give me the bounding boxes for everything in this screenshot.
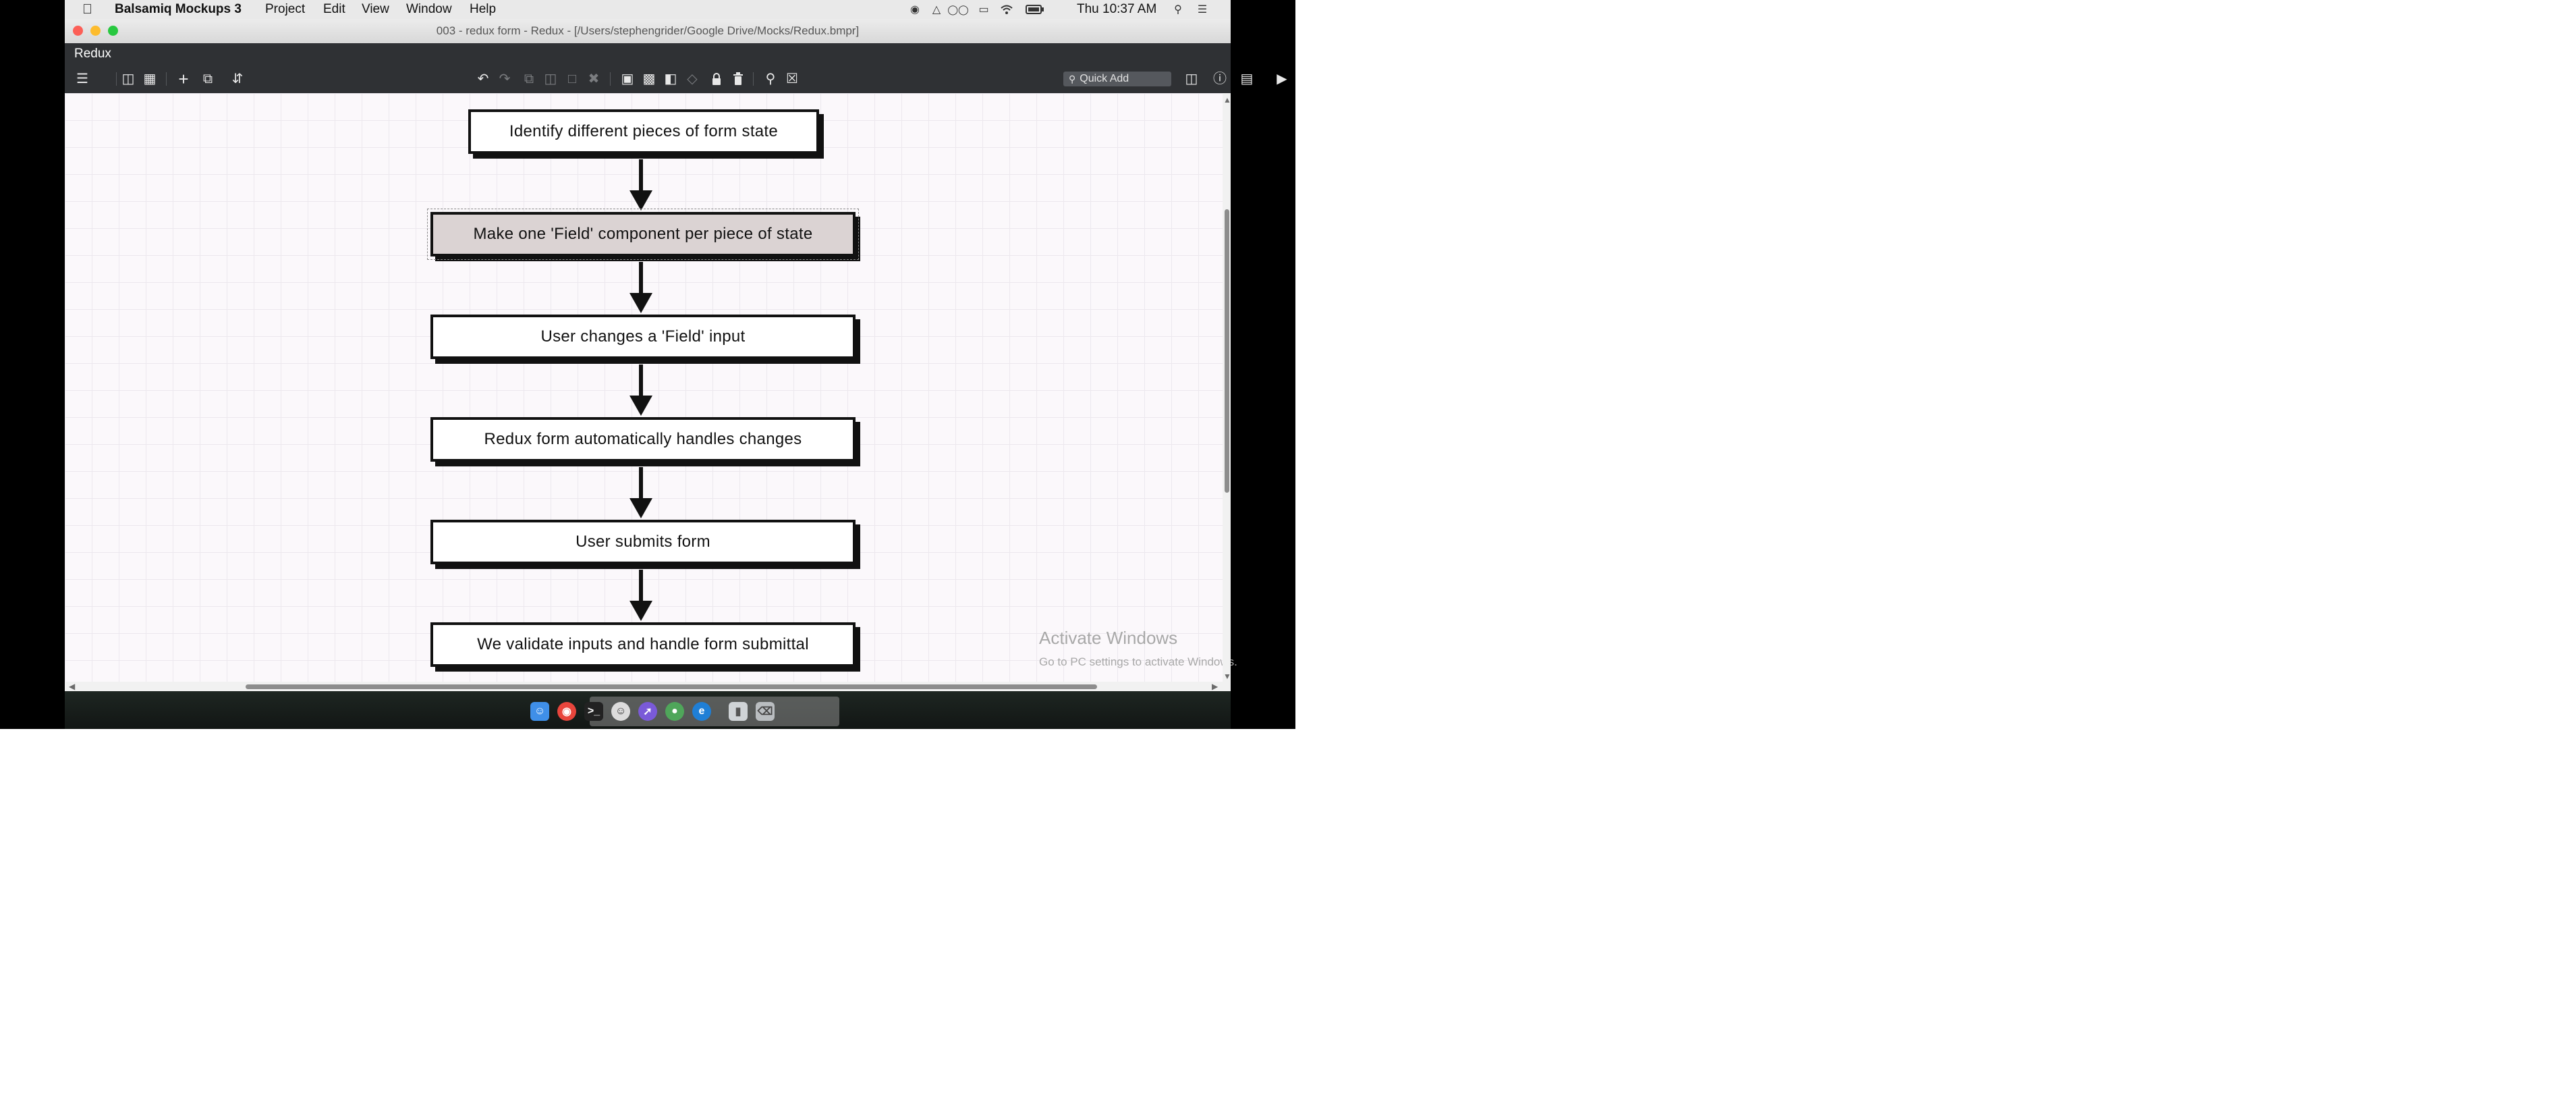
record-icon[interactable]: ◉ bbox=[908, 3, 922, 16]
markup-icon[interactable]: ◫ bbox=[1183, 71, 1200, 87]
airplay-icon[interactable]: ▭ bbox=[977, 3, 990, 16]
flow-node[interactable]: Make one 'Field' component per piece of … bbox=[427, 209, 859, 260]
bring-front-icon[interactable]: ◧ bbox=[663, 71, 679, 87]
search-icon[interactable]: ⚲ bbox=[1171, 3, 1185, 16]
lock-icon[interactable] bbox=[708, 71, 725, 87]
finder-icon[interactable]: ☺ bbox=[530, 702, 549, 721]
quick-add-field[interactable]: ⚲ Quick Add bbox=[1063, 72, 1171, 86]
scroll-right-arrow[interactable]: ▶ bbox=[1212, 682, 1218, 690]
trash-icon[interactable]: ⌫ bbox=[756, 702, 775, 721]
apple-icon[interactable]:  bbox=[82, 2, 92, 17]
mockup-canvas[interactable]: Identify different pieces of form state … bbox=[65, 93, 1231, 682]
quick-add-label: Quick Add bbox=[1080, 73, 1129, 84]
toolbar-separator bbox=[166, 72, 167, 86]
menu-edit[interactable]: Edit bbox=[323, 2, 345, 17]
toolbar-separator bbox=[753, 72, 754, 86]
scroll-left-arrow[interactable]: ◀ bbox=[69, 682, 75, 690]
app-menu[interactable]: Balsamiq Mockups 3 bbox=[115, 2, 242, 17]
flow-arrow bbox=[629, 570, 652, 621]
search-icon: ⚲ bbox=[1069, 73, 1076, 84]
watermark-title: Activate Windows bbox=[1039, 628, 1178, 648]
add-icon[interactable]: + bbox=[175, 70, 192, 88]
window-title-bar: 003 - redux form - Redux - [/Users/steph… bbox=[65, 19, 1231, 44]
menu-project[interactable]: Project bbox=[265, 2, 305, 17]
dock: ☺ ◉ >_ ☺ ➚ ● e ▮ ⌫ bbox=[65, 691, 1231, 729]
flow-arrow bbox=[629, 364, 652, 416]
panel-icon[interactable]: ◫ bbox=[120, 71, 136, 87]
toolbar: ☰ ◫ ▦ + ⧉ ⇵ ↶ ↷ ⧉ ◫ □ ✖ ▣ ▩ ◧ ◇ ⚲ ☒ ⚲ Qu… bbox=[65, 65, 1287, 94]
activate-windows-watermark: Activate Windows Go to PC settings to ac… bbox=[1039, 628, 1237, 669]
wifi-icon[interactable] bbox=[1000, 3, 1013, 16]
duplicate-icon[interactable]: □ bbox=[564, 71, 580, 87]
notes-icon[interactable]: ▤ bbox=[1239, 71, 1255, 87]
menu-icon[interactable]: ☰ bbox=[74, 71, 90, 87]
arrange-icon[interactable]: ⇵ bbox=[229, 71, 246, 87]
menu-bar:  Balsamiq Mockups 3 Project Edit View W… bbox=[65, 0, 1231, 20]
flow-node-label: Redux form automatically handles changes bbox=[484, 430, 802, 448]
clone-icon[interactable]: ⧉ bbox=[200, 71, 216, 87]
flow-arrow bbox=[629, 467, 652, 518]
maps-icon[interactable]: ● bbox=[665, 702, 684, 721]
list-icon[interactable]: ☰ bbox=[1196, 3, 1209, 16]
menu-window[interactable]: Window bbox=[406, 2, 452, 17]
delete-icon[interactable]: ✖ bbox=[586, 71, 602, 87]
window-title: 003 - redux form - Redux - [/Users/steph… bbox=[436, 24, 860, 37]
group-icon[interactable]: ▣ bbox=[619, 71, 636, 87]
flow-node-label: User submits form bbox=[576, 533, 710, 551]
redo-icon[interactable]: ↷ bbox=[497, 71, 513, 87]
flow-arrow bbox=[629, 159, 652, 211]
desktop:  Balsamiq Mockups 3 Project Edit View W… bbox=[0, 0, 1295, 729]
drive-icon[interactable]: △ bbox=[930, 3, 943, 16]
flow-node-label: User changes a 'Field' input bbox=[540, 327, 746, 346]
tab-redux[interactable]: Redux bbox=[74, 47, 111, 61]
flow-node[interactable]: Identify different pieces of form state bbox=[468, 109, 819, 154]
flow-node-label: Identify different pieces of form state bbox=[509, 122, 779, 140]
stack-icon[interactable]: ▮ bbox=[729, 702, 748, 721]
edge-icon[interactable]: e bbox=[692, 702, 711, 721]
present-icon[interactable]: ▶ bbox=[1274, 71, 1290, 87]
menu-view[interactable]: View bbox=[362, 2, 389, 17]
toolbar-separator bbox=[610, 72, 611, 86]
info-icon[interactable]: ⓘ bbox=[1212, 71, 1228, 87]
flow-node[interactable]: We validate inputs and handle form submi… bbox=[430, 622, 856, 667]
undo-icon[interactable]: ↶ bbox=[475, 71, 491, 87]
trash-icon[interactable] bbox=[730, 71, 746, 87]
grid-icon[interactable]: ▦ bbox=[142, 71, 158, 87]
flow-node[interactable]: User submits form bbox=[430, 520, 856, 564]
chrome-icon[interactable]: ◉ bbox=[557, 702, 576, 721]
flow-node-label: Make one 'Field' component per piece of … bbox=[473, 225, 813, 243]
messages-icon[interactable]: ☺ bbox=[611, 702, 630, 721]
ungroup-icon[interactable]: ▩ bbox=[641, 71, 657, 87]
copy-icon[interactable]: ⧉ bbox=[521, 71, 537, 87]
watermark-subtitle: Go to PC settings to activate Windows. bbox=[1039, 655, 1237, 668]
vertical-scroll-thumb[interactable] bbox=[1225, 209, 1229, 493]
terminal-icon[interactable]: >_ bbox=[584, 702, 603, 721]
flow-arrow bbox=[629, 262, 652, 313]
menu-help[interactable]: Help bbox=[470, 2, 496, 17]
send-back-icon[interactable]: ◇ bbox=[684, 71, 700, 87]
toolbar-separator bbox=[116, 72, 117, 86]
flow-node[interactable]: Redux form automatically handles changes bbox=[430, 417, 856, 462]
horizontal-scroll-thumb[interactable] bbox=[246, 684, 1097, 689]
safari-icon[interactable]: ➚ bbox=[638, 702, 657, 721]
flow-node-label: We validate inputs and handle form submi… bbox=[477, 635, 809, 653]
clock[interactable]: Thu 10:37 AM bbox=[1077, 2, 1156, 17]
fit-icon[interactable]: ☒ bbox=[784, 71, 800, 87]
scroll-down-arrow[interactable]: ▼ bbox=[1223, 672, 1231, 680]
battery-icon[interactable] bbox=[1026, 3, 1044, 16]
paste-icon[interactable]: ◫ bbox=[542, 71, 559, 87]
glasses-icon[interactable]: ◯◯ bbox=[947, 3, 968, 16]
tab-bar: Redux bbox=[65, 43, 1231, 65]
zoom-icon[interactable]: ⚲ bbox=[762, 71, 779, 87]
flow-node[interactable]: User changes a 'Field' input bbox=[430, 315, 856, 359]
scroll-up-arrow[interactable]: ▲ bbox=[1223, 96, 1231, 104]
